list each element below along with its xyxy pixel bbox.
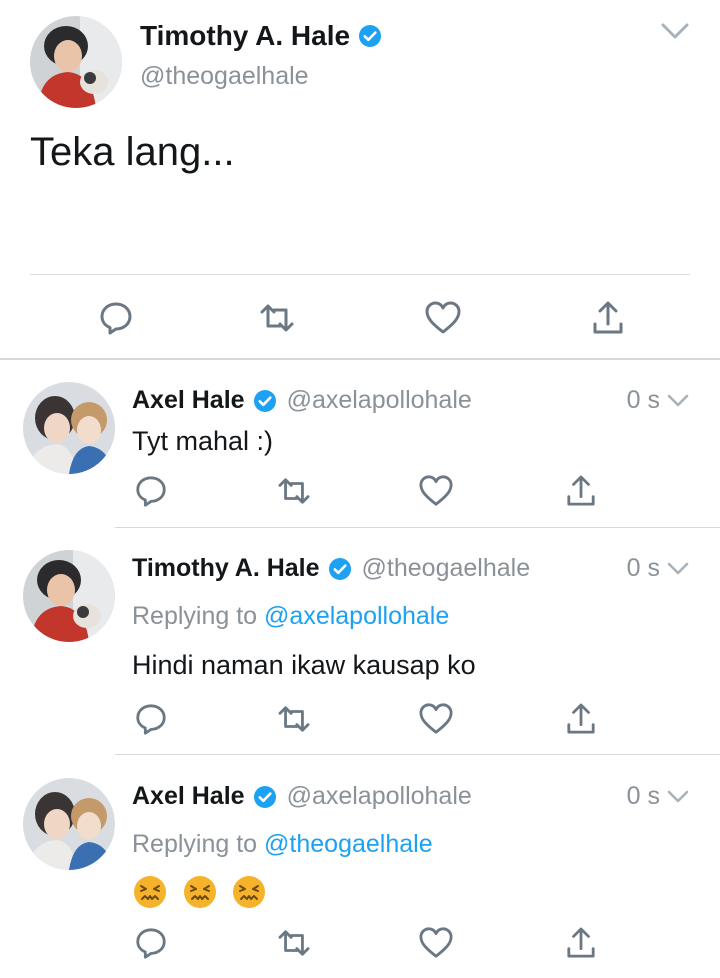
tweet-text bbox=[132, 874, 273, 910]
reply-header: Timothy A. Hale @theogaelhale bbox=[132, 554, 530, 583]
divider bbox=[115, 754, 720, 755]
chevron-down-icon[interactable] bbox=[666, 392, 690, 410]
chevron-down-icon[interactable] bbox=[666, 560, 690, 578]
verified-badge-icon bbox=[359, 25, 382, 47]
retweet-icon[interactable] bbox=[276, 704, 312, 734]
author-name[interactable]: Timothy A. Hale bbox=[132, 554, 320, 583]
chevron-down-icon[interactable] bbox=[666, 788, 690, 806]
author-name[interactable]: Timothy A. Hale bbox=[140, 20, 382, 52]
avatar[interactable] bbox=[30, 16, 122, 108]
timestamp: 0 s bbox=[627, 782, 690, 811]
replying-to-prefix: Replying to bbox=[132, 830, 258, 858]
heart-icon[interactable] bbox=[418, 702, 454, 736]
author-handle[interactable]: @axelapollohale bbox=[287, 386, 472, 415]
author-handle[interactable]: @theogaelhale bbox=[362, 554, 531, 583]
author-handle[interactable]: @theogaelhale bbox=[140, 62, 309, 91]
avatar[interactable] bbox=[23, 778, 115, 870]
avatar[interactable] bbox=[23, 382, 115, 474]
share-icon[interactable] bbox=[566, 926, 596, 960]
reply-icon[interactable] bbox=[134, 702, 168, 736]
reply-header: Axel Hale @axelapollohale bbox=[132, 386, 472, 415]
reply-tweet[interactable]: Axel Hale @axelapollohale 0 s Tyt mahal … bbox=[0, 372, 720, 528]
section-divider bbox=[0, 358, 720, 360]
share-icon[interactable] bbox=[566, 702, 596, 736]
verified-badge-icon bbox=[328, 557, 351, 580]
chevron-down-icon[interactable] bbox=[660, 20, 690, 42]
replying-to: Replying to @axelapollohale bbox=[132, 602, 449, 631]
retweet-icon[interactable] bbox=[258, 302, 296, 334]
replying-to: Replying to @theogaelhale bbox=[132, 830, 433, 859]
reply-icon[interactable] bbox=[134, 926, 168, 960]
tweet-actions bbox=[0, 472, 720, 512]
heart-icon[interactable] bbox=[418, 474, 454, 508]
heart-icon[interactable] bbox=[418, 926, 454, 960]
heart-icon[interactable] bbox=[424, 300, 462, 336]
tweet-actions bbox=[0, 298, 720, 338]
divider bbox=[115, 527, 720, 528]
author-name[interactable]: Axel Hale bbox=[132, 386, 245, 415]
retweet-icon[interactable] bbox=[276, 476, 312, 506]
timestamp: 0 s bbox=[627, 386, 690, 415]
confounded-face-emoji bbox=[233, 876, 266, 908]
verified-badge-icon bbox=[253, 785, 276, 808]
tweet-actions bbox=[0, 924, 720, 964]
tweet-text: Tyt mahal :) bbox=[132, 426, 274, 456]
reply-tweet[interactable]: Axel Hale @axelapollohale 0 s Replying t… bbox=[0, 768, 720, 978]
timestamp-text: 0 s bbox=[626, 386, 660, 414]
retweet-icon[interactable] bbox=[276, 928, 312, 958]
tweet-text: Teka lang... bbox=[30, 130, 235, 174]
mention-link[interactable]: @axelapollohale bbox=[264, 602, 449, 630]
confounded-face-emoji bbox=[183, 876, 216, 908]
reply-icon[interactable] bbox=[98, 300, 134, 336]
timestamp: 0 s bbox=[627, 554, 690, 583]
reply-icon[interactable] bbox=[134, 474, 168, 508]
avatar[interactable] bbox=[23, 550, 115, 642]
author-name[interactable]: Axel Hale bbox=[132, 782, 245, 811]
divider bbox=[30, 274, 690, 275]
timestamp-text: 0 s bbox=[626, 554, 660, 582]
share-icon[interactable] bbox=[592, 300, 624, 336]
tweet-actions bbox=[0, 700, 720, 740]
author-handle[interactable]: @axelapollohale bbox=[287, 782, 472, 811]
replying-to-prefix: Replying to bbox=[132, 602, 258, 630]
timestamp-text: 0 s bbox=[626, 782, 660, 810]
reply-tweet[interactable]: Timothy A. Hale @theogaelhale 0 s Replyi… bbox=[0, 540, 720, 754]
share-icon[interactable] bbox=[566, 474, 596, 508]
mention-link[interactable]: @theogaelhale bbox=[264, 830, 433, 858]
tweet-text: Hindi naman ikaw kausap ko bbox=[132, 650, 476, 680]
main-tweet: Timothy A. Hale @theogaelhale Teka lang.… bbox=[0, 0, 720, 360]
verified-badge-icon bbox=[253, 389, 276, 412]
author-name-text: Timothy A. Hale bbox=[140, 20, 351, 51]
confounded-face-emoji bbox=[134, 876, 166, 908]
reply-header: Axel Hale @axelapollohale bbox=[132, 782, 472, 811]
